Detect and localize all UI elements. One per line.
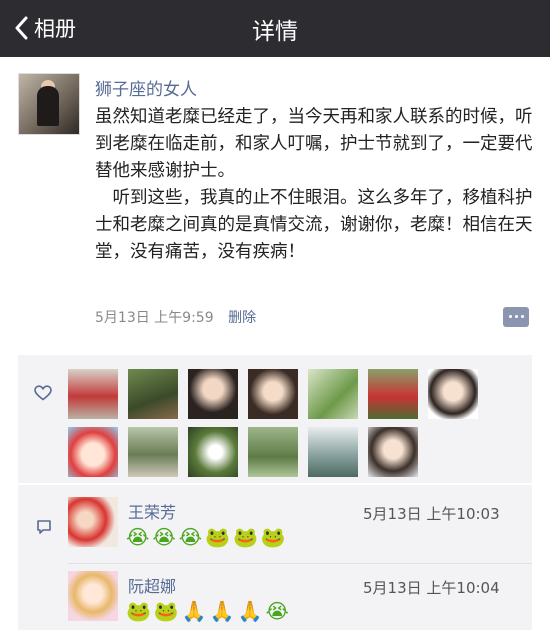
commenter-name[interactable]: 王荣芳: [128, 499, 176, 523]
nav-bar: 相册 详情: [0, 0, 550, 57]
poster-name[interactable]: 狮子座的女人: [95, 75, 197, 100]
commenter-avatar[interactable]: [68, 571, 118, 621]
liker-avatar[interactable]: [308, 427, 358, 477]
comments-panel: 王荣芳 5月13日 上午10:03 😭😭😭🐸🐸🐸 阮超娜 5月13日 上午10:…: [18, 485, 532, 630]
comment-time: 5月13日 上午10:03: [363, 505, 500, 523]
likes-panel: [18, 355, 532, 483]
poster-avatar[interactable]: [18, 73, 80, 135]
liker-avatar[interactable]: [68, 427, 118, 477]
liker-avatar[interactable]: [188, 427, 238, 477]
liker-avatar[interactable]: [428, 369, 478, 419]
comment-text: 🐸🐸🙏🙏🙏😭: [126, 599, 292, 623]
page-title: 详情: [252, 19, 298, 45]
liker-avatar[interactable]: [128, 427, 178, 477]
liker-avatar[interactable]: [128, 369, 178, 419]
liker-avatar[interactable]: [68, 369, 118, 419]
liker-avatar[interactable]: [248, 427, 298, 477]
comment-divider: [68, 563, 532, 564]
heart-icon: [34, 385, 52, 401]
liker-avatar[interactable]: [248, 369, 298, 419]
liker-avatar[interactable]: [368, 427, 418, 477]
comment-action-button[interactable]: [503, 307, 529, 327]
post-meta: 5月13日 上午9:59 删除: [95, 307, 256, 327]
post-timestamp: 5月13日 上午9:59: [95, 310, 214, 326]
delete-link[interactable]: 删除: [228, 310, 256, 326]
liker-avatar[interactable]: [368, 369, 418, 419]
post-paragraph-2: 听到这些，我真的止不住眼泪。这么多年了，移植科护士和老糜之间真的是真情交流，谢谢…: [95, 188, 533, 262]
moment-post: 狮子座的女人 虽然知道老糜已经走了，当今天再和家人联系的时候，听到老糜在临走前，…: [0, 57, 550, 347]
commenter-avatar[interactable]: [68, 497, 118, 547]
liker-avatar[interactable]: [188, 369, 238, 419]
liker-avatar[interactable]: [308, 369, 358, 419]
comment-icon: [37, 520, 51, 534]
comment-time: 5月13日 上午10:04: [363, 579, 500, 597]
post-content: 虽然知道老糜已经走了，当今天再和家人联系的时候，听到老糜在临走前，和家人叮嘱，护…: [95, 104, 535, 266]
post-paragraph-1: 虽然知道老糜已经走了，当今天再和家人联系的时候，听到老糜在临走前，和家人叮嘱，护…: [95, 107, 533, 181]
commenter-name[interactable]: 阮超娜: [128, 573, 176, 597]
comment-text: 😭😭😭🐸🐸🐸: [126, 525, 289, 549]
